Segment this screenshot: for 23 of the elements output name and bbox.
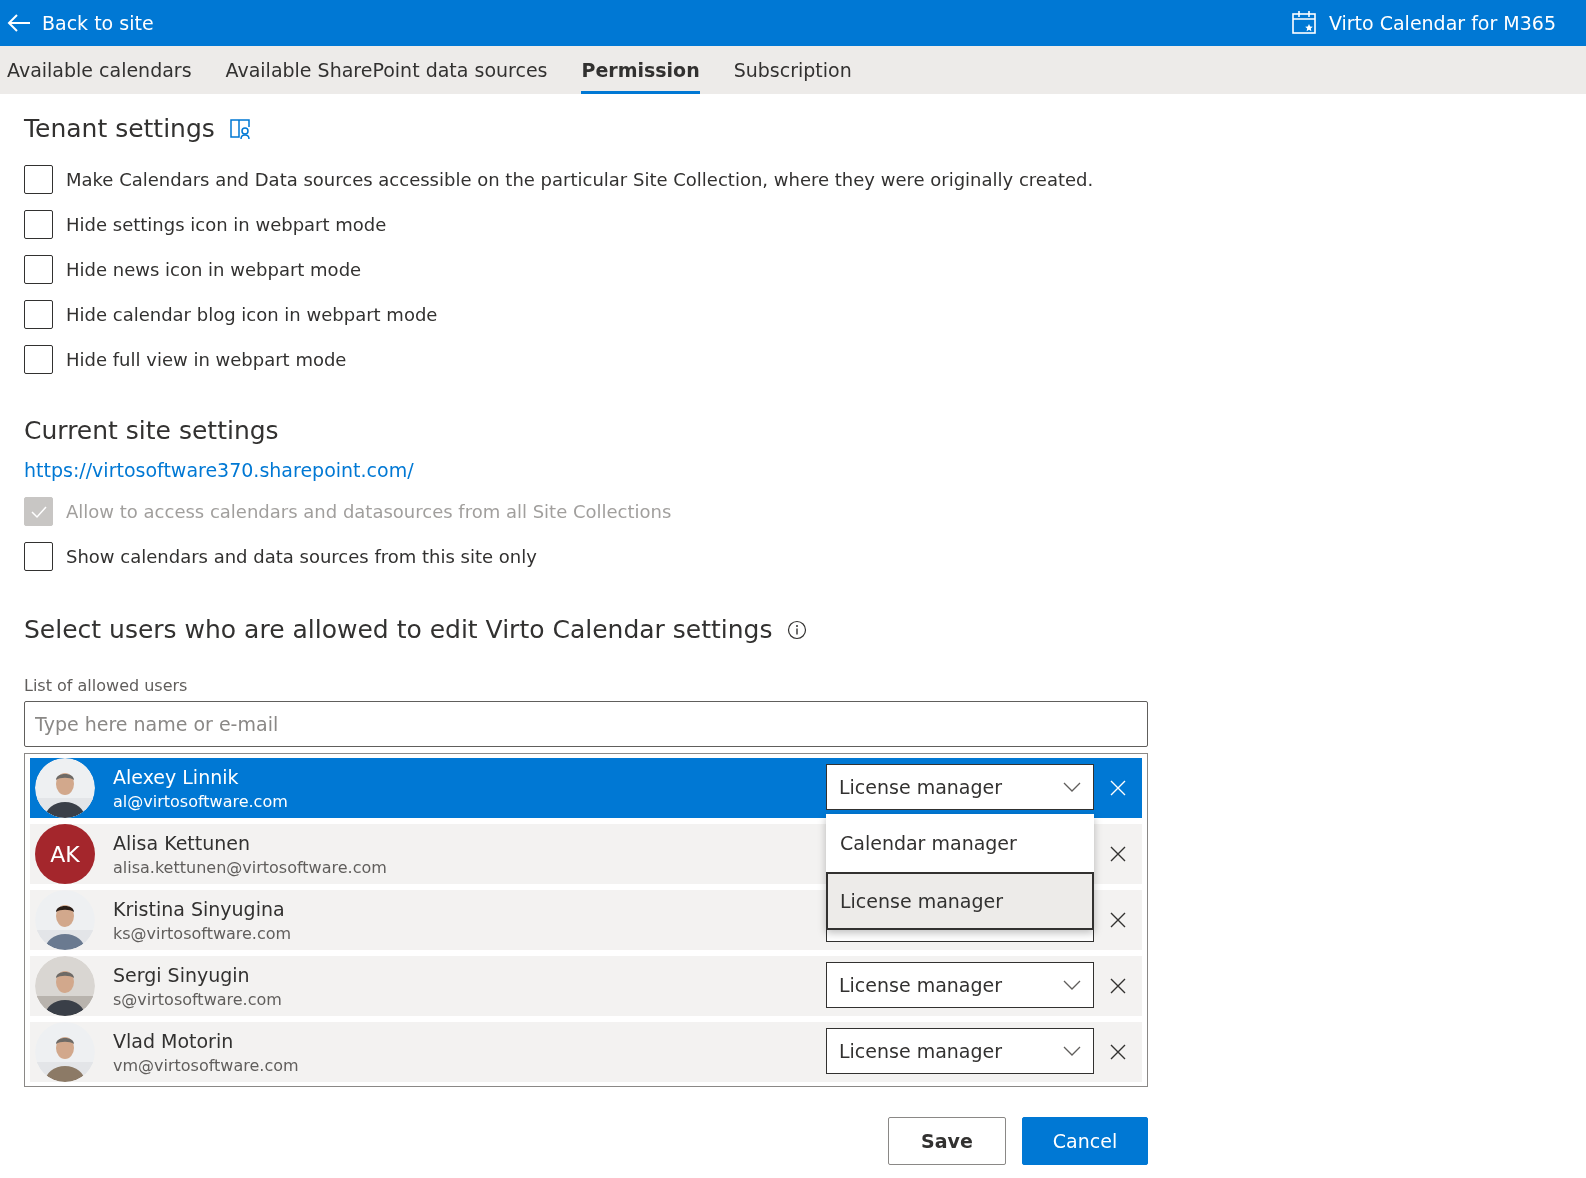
section-title: Tenant settings [24, 114, 215, 143]
checkbox-label: Hide calendar blog icon in webpart mode [66, 304, 438, 325]
app-title: Virto Calendar for M365 [1328, 12, 1556, 34]
user-email: ks@virtosoftware.com [113, 923, 293, 943]
user-email: vm@virtosoftware.com [113, 1055, 300, 1075]
user-name: Alexey Linnik [113, 765, 240, 788]
checkbox-label: Hide news icon in webpart mode [66, 259, 362, 280]
section-title: Select users who are allowed to edit Virto Calendar settings [24, 615, 773, 644]
user-name: Vlad Motorin [113, 1029, 235, 1052]
user-email: alisa.kettunen@virtosoftware.com [113, 857, 388, 877]
user-email: al@virtosoftware.com [113, 791, 289, 811]
user-name: Alisa Kettunen [113, 831, 252, 854]
avatar-initials: AK [35, 824, 95, 884]
section-title: Current site settings [24, 416, 280, 445]
field-label: List of allowed users [24, 676, 189, 695]
user-email: s@virtosoftware.com [113, 989, 283, 1009]
checkbox-label: Show calendars and data sources from this site only [66, 546, 537, 567]
user-name: Sergi Sinyugin [113, 963, 251, 986]
user-name: Kristina Sinyugina [113, 897, 286, 920]
checkbox-label: Make Calendars and Data sources accessible on the particular Site Collection, where they were originally created. [66, 169, 1094, 190]
checkbox-label: Hide full view in webpart mode [66, 349, 347, 370]
checkbox-label: Hide settings icon in webpart mode [66, 214, 387, 235]
checkbox-label: Allow to access calendars and datasources from all Site Collections [66, 501, 672, 522]
